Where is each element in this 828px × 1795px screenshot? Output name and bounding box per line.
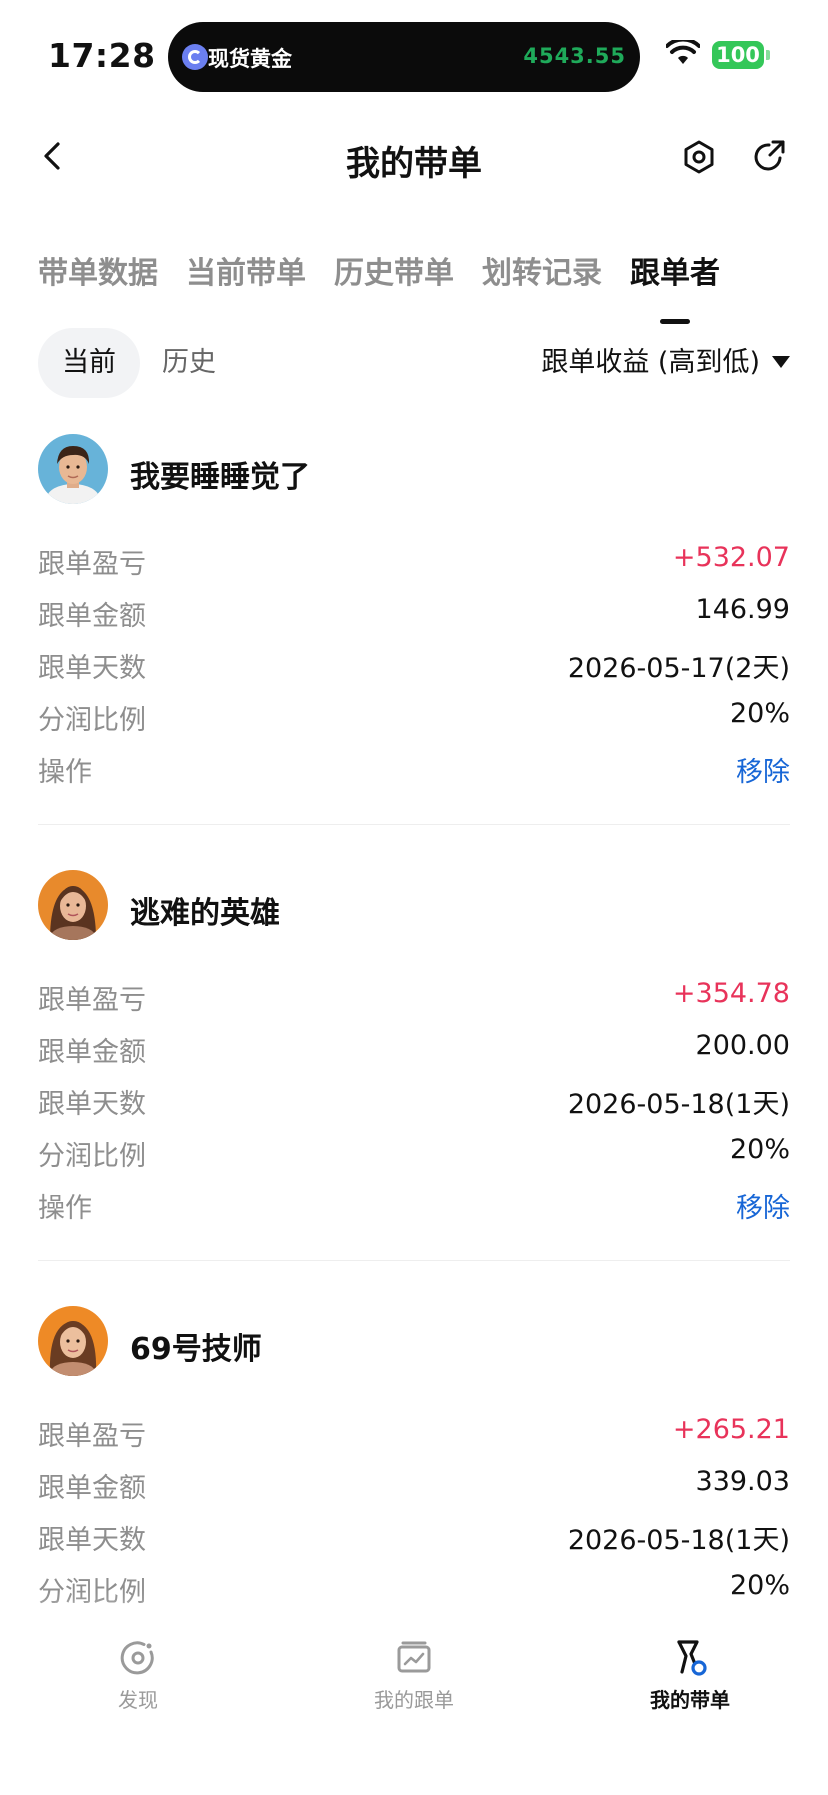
pnl-label: 跟单盈亏 xyxy=(38,985,146,1016)
days-value: 2026-05-17(2天) xyxy=(567,653,790,684)
tab-current-lead[interactable]: 当前带单 xyxy=(186,248,306,292)
share-value: 20% xyxy=(729,1134,790,1165)
row-share: 分润比例 20% xyxy=(38,1134,790,1174)
chart-card-icon xyxy=(397,1641,431,1673)
row-pnl: 跟单盈亏 +265.21 xyxy=(38,1414,790,1454)
days-label: 跟单天数 xyxy=(38,653,146,684)
days-value: 2026-05-18(1天) xyxy=(567,1089,790,1120)
tab-transfer-records[interactable]: 划转记录 xyxy=(482,248,602,292)
follower-card: 逃难的英雄 跟单盈亏 +354.78 跟单金额 200.00 跟单天数 2026… xyxy=(0,866,828,1302)
nav-bar: 我的带单 xyxy=(0,108,828,204)
status-time: 17:28 xyxy=(48,36,156,75)
follower-card: 我要睡睡觉了 跟单盈亏 +532.07 跟单金额 146.99 跟单天数 202… xyxy=(0,430,828,866)
share-value: 20% xyxy=(729,698,790,729)
remove-button[interactable]: 移除 xyxy=(736,1186,790,1225)
island-label: 现货黄金 xyxy=(208,47,292,71)
row-days: 跟单天数 2026-05-18(1天) xyxy=(38,1082,790,1122)
share-value: 20% xyxy=(729,1570,790,1601)
pnl-label: 跟单盈亏 xyxy=(38,549,146,580)
divider xyxy=(38,824,790,825)
filter-current-button[interactable]: 当前 xyxy=(38,328,140,398)
remove-button[interactable]: 移除 xyxy=(736,750,790,789)
row-amount: 跟单金额 200.00 xyxy=(38,1030,790,1070)
pnl-label: 跟单盈亏 xyxy=(38,1421,146,1452)
sort-dropdown[interactable]: 跟单收益 (高到低) xyxy=(541,328,790,398)
bottom-tab-label: 我的跟单 xyxy=(374,1688,454,1712)
follower-list: 我要睡睡觉了 跟单盈亏 +532.07 跟单金额 146.99 跟单天数 202… xyxy=(0,430,828,1738)
tab-lead-data[interactable]: 带单数据 xyxy=(38,248,158,292)
follower-name: 69号技师 xyxy=(130,1332,262,1367)
avatar xyxy=(38,1306,108,1376)
action-label: 操作 xyxy=(38,1193,92,1224)
tab-history-lead[interactable]: 历史带单 xyxy=(334,248,454,292)
settings-icon[interactable] xyxy=(680,138,718,176)
bottom-tab-my-follow[interactable]: 我的跟单 xyxy=(314,1638,514,1713)
share-label: 分润比例 xyxy=(38,1577,146,1608)
follower-name: 我要睡睡觉了 xyxy=(130,460,310,495)
follower-name: 逃难的英雄 xyxy=(130,896,280,931)
row-share: 分润比例 20% xyxy=(38,698,790,738)
amount-value: 146.99 xyxy=(695,594,790,625)
wifi-icon xyxy=(666,40,700,64)
sort-label: 跟单收益 (高到低) xyxy=(541,347,760,378)
days-value: 2026-05-18(1天) xyxy=(567,1525,790,1556)
row-action: 操作 移除 xyxy=(38,1186,790,1226)
pnl-value: +354.78 xyxy=(672,978,790,1009)
avatar xyxy=(38,434,108,504)
tab-bar: 带单数据 当前带单 历史带单 划转记录 跟单者 xyxy=(38,248,748,324)
days-label: 跟单天数 xyxy=(38,1089,146,1120)
row-amount: 跟单金额 146.99 xyxy=(38,594,790,634)
row-amount: 跟单金额 339.03 xyxy=(38,1466,790,1506)
row-pnl: 跟单盈亏 +532.07 xyxy=(38,542,790,582)
amount-label: 跟单金额 xyxy=(38,1037,146,1068)
amount-label: 跟单金额 xyxy=(38,1473,146,1504)
flag-icon xyxy=(677,1640,707,1676)
tab-followers[interactable]: 跟单者 xyxy=(630,248,720,324)
row-days: 跟单天数 2026-05-18(1天) xyxy=(38,1518,790,1558)
live-activity-island[interactable]: 现货黄金 4543.55 xyxy=(168,22,640,92)
bottom-tab-my-lead[interactable]: 我的带单 xyxy=(590,1638,790,1713)
status-bar: 17:28 现货黄金 4543.55 100 xyxy=(0,0,828,108)
caret-down-icon xyxy=(772,355,790,368)
divider xyxy=(38,1260,790,1261)
action-label: 操作 xyxy=(38,757,92,788)
row-days: 跟单天数 2026-05-17(2天) xyxy=(38,646,790,686)
row-pnl: 跟单盈亏 +354.78 xyxy=(38,978,790,1018)
filter-row: 当前 历史 跟单收益 (高到低) xyxy=(38,328,790,398)
share-icon[interactable] xyxy=(750,138,788,176)
amount-value: 339.03 xyxy=(695,1466,790,1497)
bottom-tab-label: 我的带单 xyxy=(650,1688,730,1712)
bottom-tab-discover[interactable]: 发现 xyxy=(38,1638,238,1713)
share-label: 分润比例 xyxy=(38,1141,146,1172)
days-label: 跟单天数 xyxy=(38,1525,146,1556)
share-label: 分润比例 xyxy=(38,705,146,736)
gold-app-icon xyxy=(182,44,208,70)
island-price: 4543.55 xyxy=(523,44,626,68)
bottom-tab-bar: 发现 我的跟单 我的带单 xyxy=(0,1620,828,1795)
filter-history-button[interactable]: 历史 xyxy=(138,328,240,398)
pnl-value: +265.21 xyxy=(672,1414,790,1445)
discover-icon xyxy=(120,1641,154,1675)
row-share: 分润比例 20% xyxy=(38,1570,790,1610)
battery-indicator: 100 xyxy=(712,41,770,69)
amount-value: 200.00 xyxy=(695,1030,790,1061)
row-action: 操作 移除 xyxy=(38,750,790,790)
bottom-tab-label: 发现 xyxy=(118,1688,158,1712)
amount-label: 跟单金额 xyxy=(38,601,146,632)
avatar xyxy=(38,870,108,940)
pnl-value: +532.07 xyxy=(672,542,790,573)
